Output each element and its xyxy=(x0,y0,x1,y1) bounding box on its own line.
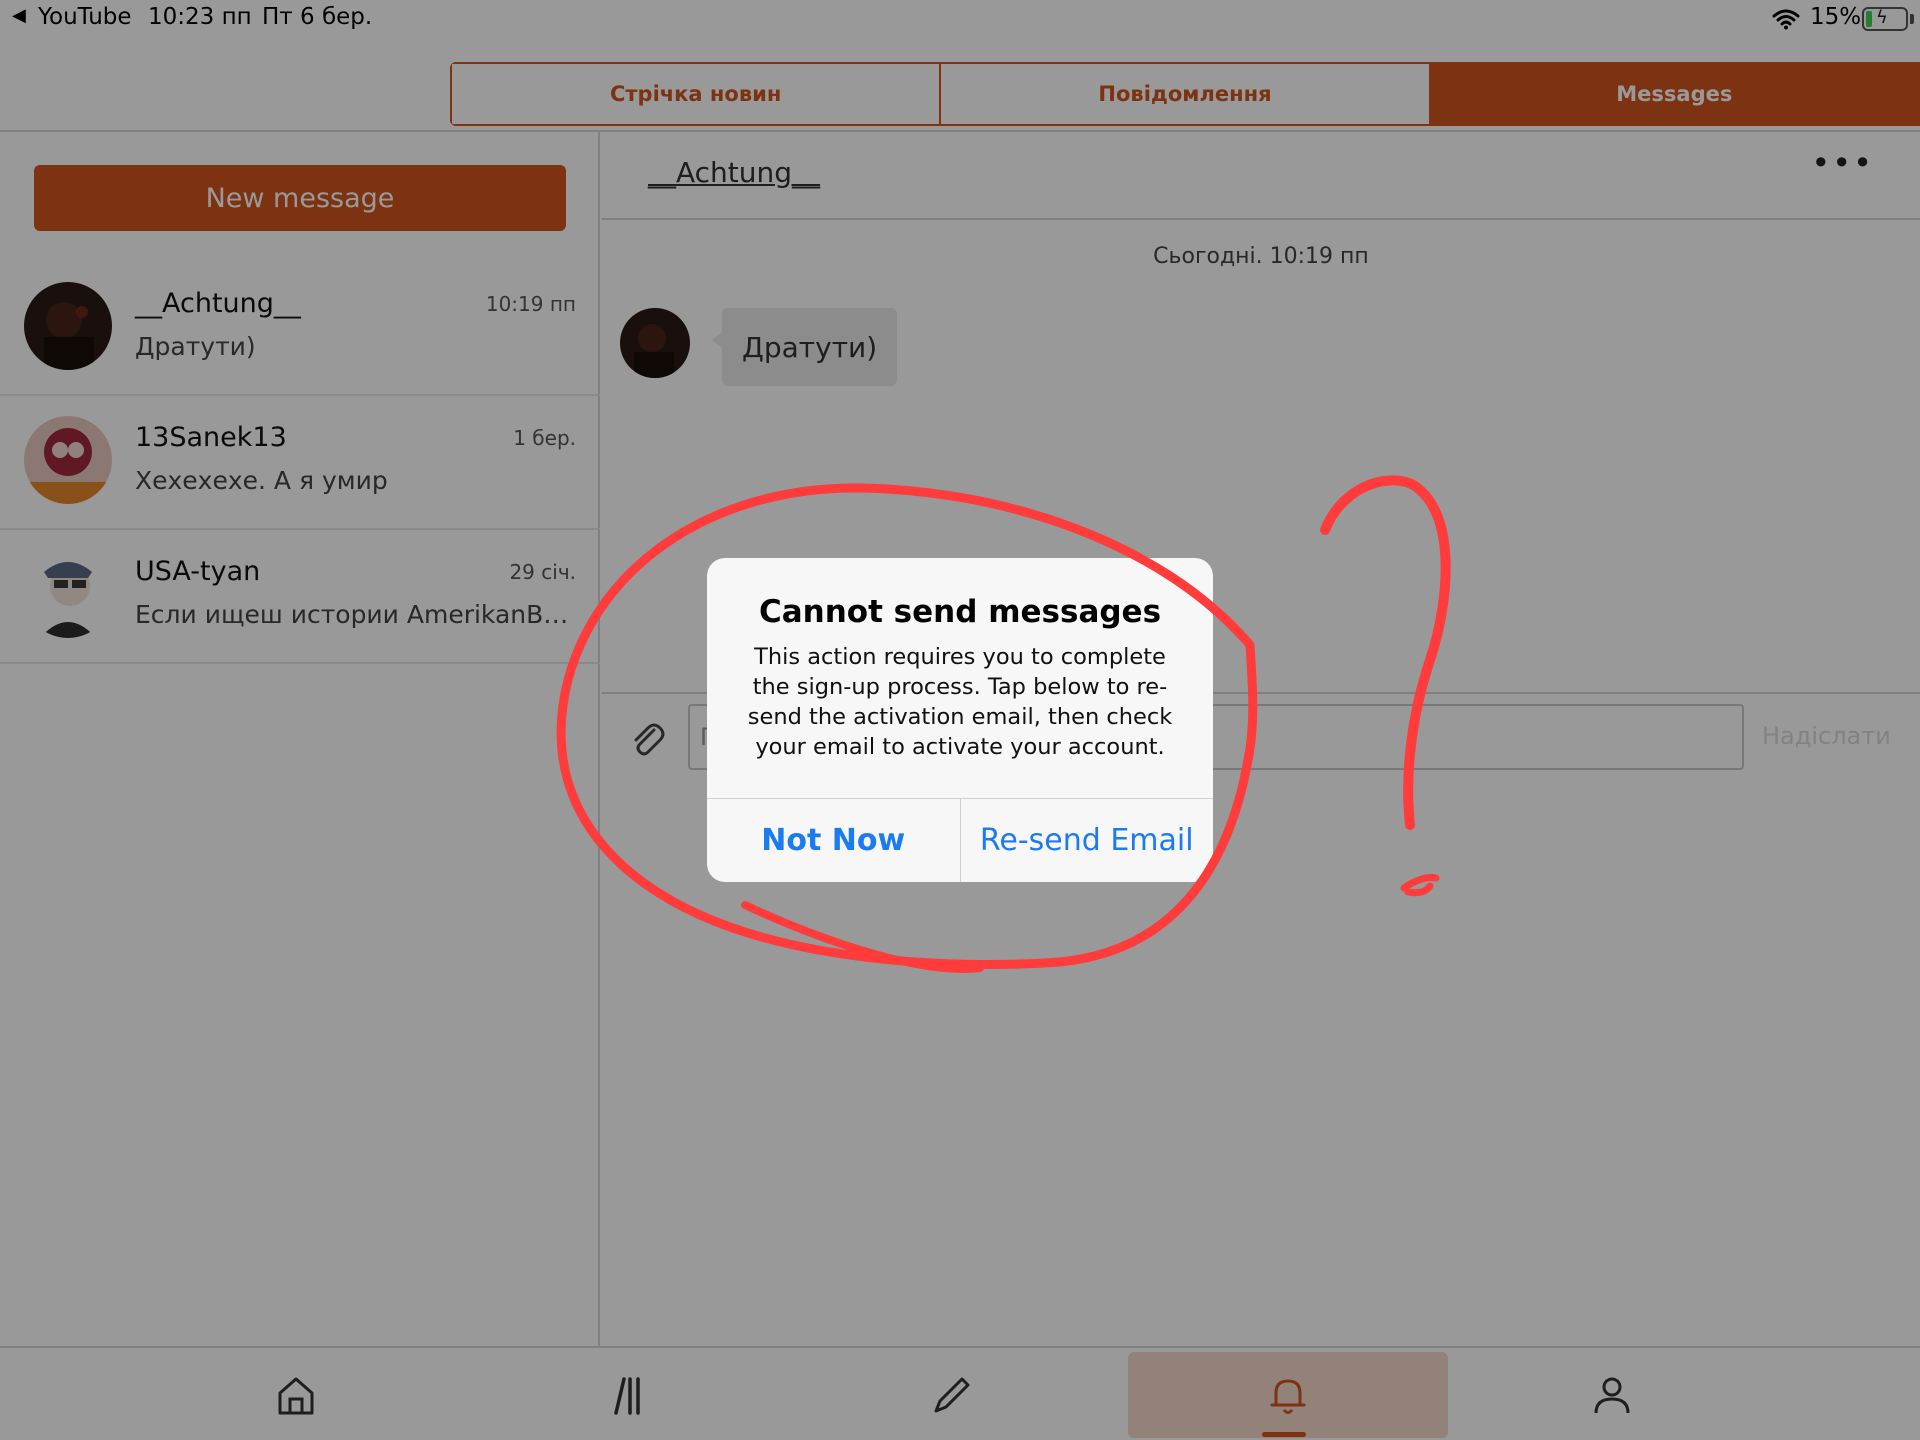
conversation-item[interactable]: __Achtung__ Дратути) 10:19 пп xyxy=(0,262,600,396)
battery-icon: ϟ xyxy=(1862,7,1908,31)
back-arrow-icon[interactable]: ◀ xyxy=(12,5,26,26)
back-to-app-label[interactable]: YouTube xyxy=(38,4,132,30)
conversation-preview: Хехехехе. А я умир xyxy=(135,466,388,495)
tab-news-feed[interactable]: Стрічка новин xyxy=(452,64,942,124)
status-date: Пт 6 бер. xyxy=(262,4,373,30)
battery-level-fill xyxy=(1866,11,1872,27)
conversation-item[interactable]: USA-tyan Если ищеш истории AmerikanBoy т… xyxy=(0,530,600,664)
notifications-icon xyxy=(1270,1379,1306,1414)
nav-notifications[interactable] xyxy=(1128,1352,1448,1438)
chat-title-link[interactable]: __Achtung__ xyxy=(648,156,820,189)
profile-icon xyxy=(1594,1377,1630,1414)
chat-header: __Achtung__ ••• xyxy=(602,132,1920,220)
tab-notifications[interactable]: Повідомлення xyxy=(941,64,1431,124)
bottom-navigation xyxy=(0,1346,1920,1440)
nav-home[interactable] xyxy=(136,1348,456,1440)
nav-compose[interactable] xyxy=(792,1348,1112,1440)
conversation-name: USA-tyan xyxy=(135,556,261,587)
charging-bolt-icon: ϟ xyxy=(1876,7,1888,28)
more-options-icon[interactable]: ••• xyxy=(1811,144,1874,182)
avatar xyxy=(24,550,112,638)
wifi-icon xyxy=(1772,9,1800,30)
compose-icon xyxy=(934,1377,970,1413)
nav-feed[interactable] xyxy=(466,1348,786,1440)
new-message-button[interactable]: New message xyxy=(34,165,566,231)
resend-email-button[interactable]: Re-send Email xyxy=(961,799,1214,882)
attachment-icon[interactable] xyxy=(626,718,668,760)
conversation-preview: Если ищеш истории AmerikanBoy т... xyxy=(135,600,580,629)
feed-icon xyxy=(614,1377,640,1415)
send-button[interactable]: Надіслати xyxy=(1762,722,1891,750)
conversation-time: 1 бер. xyxy=(513,426,576,450)
conversation-time: 29 січ. xyxy=(509,560,576,584)
battery-percent: 15% xyxy=(1810,4,1862,30)
date-divider: Сьогодні. 10:19 пп xyxy=(1153,244,1369,269)
nav-profile[interactable] xyxy=(1452,1348,1772,1440)
avatar xyxy=(620,308,690,378)
conversation-time: 10:19 пп xyxy=(485,292,576,316)
conversation-name: 13Sanek13 xyxy=(135,422,287,453)
avatar xyxy=(24,282,112,370)
home-icon xyxy=(278,1377,314,1415)
active-tab-indicator xyxy=(1262,1432,1306,1437)
status-bar: ◀ YouTube 10:23 пп Пт 6 бер. 15% ϟ xyxy=(0,0,1920,38)
avatar xyxy=(24,416,112,504)
status-time: 10:23 пп xyxy=(148,4,252,30)
conversation-item[interactable]: 13Sanek13 Хехехехе. А я умир 1 бер. xyxy=(0,396,600,530)
alert-title: Cannot send messages xyxy=(758,594,1162,630)
tab-messages[interactable]: Messages xyxy=(1430,64,1918,124)
alert-actions: Not Now Re-send Email xyxy=(707,798,1213,882)
alert-message: This action requires you to complete the… xyxy=(747,644,1173,760)
message-bubble: Дратути) xyxy=(711,308,898,386)
conversation-preview: Дратути) xyxy=(135,332,256,361)
top-bar: Стрічка новин Повідомлення Messages xyxy=(0,38,1920,132)
alert-dialog: Cannot send messages This action require… xyxy=(707,558,1213,882)
conversation-name: __Achtung__ xyxy=(135,288,301,319)
battery-tip xyxy=(1910,14,1914,24)
segmented-tabs: Стрічка новин Повідомлення Messages xyxy=(450,62,1920,126)
conversation-list-panel: New message __Achtung__ Дратути) 10:19 п… xyxy=(0,132,600,1346)
not-now-button[interactable]: Not Now xyxy=(707,799,961,882)
